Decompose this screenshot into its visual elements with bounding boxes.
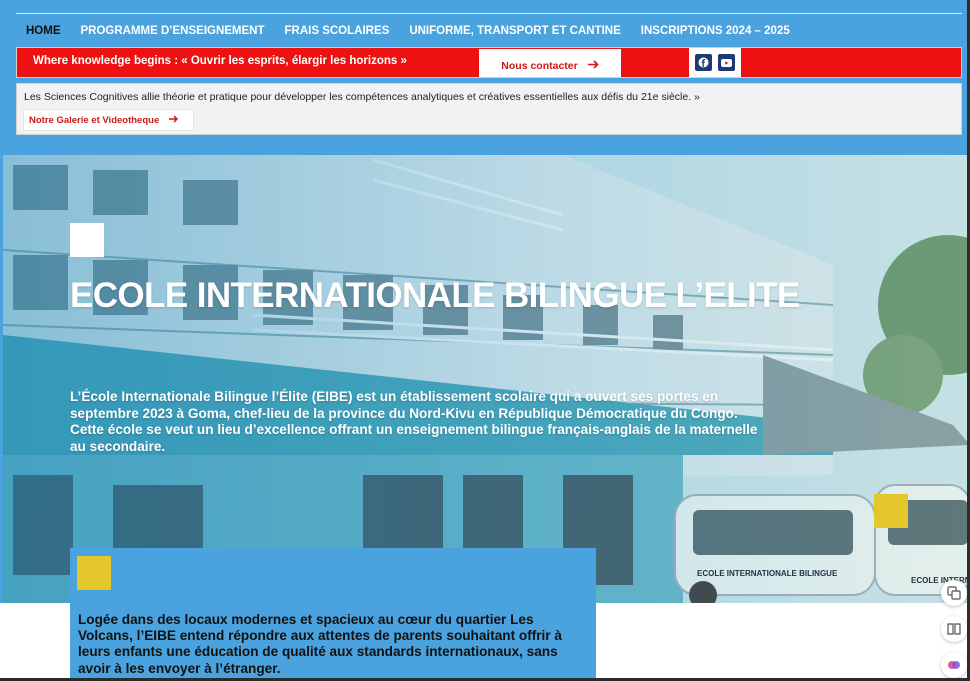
about-text: Logée dans des locaux modernes et spacie… [78, 612, 562, 676]
gallery-button-label: Notre Galerie et Videotheque [29, 114, 160, 126]
hero-description: L’École Internationale Bilingue l’Élite … [70, 389, 758, 454]
main-nav: HOME PROGRAMME D’ENSEIGNEMENT FRAIS SCOL… [16, 13, 962, 47]
info-box: Les Sciences Cognitives allie théorie et… [16, 83, 962, 135]
arrow-right-icon [587, 60, 599, 72]
page-frame: HOME PROGRAMME D’ENSEIGNEMENT FRAIS SCOL… [0, 0, 970, 681]
tagline-text: Where knowledge begins : « Ouvrir les es… [33, 55, 407, 67]
youtube-icon[interactable] [718, 54, 735, 71]
decorative-square [874, 494, 908, 528]
contact-button[interactable]: Nous contacter [479, 49, 621, 77]
bus-label: ECOLE INTERNATIONALE BILINGUE [697, 569, 838, 578]
decorative-square [77, 556, 111, 590]
hero-image: ECOLE INTERNATIONALE BILINGUE ECOLE INTE… [3, 155, 967, 603]
info-text: Les Sciences Cognitives allie théorie et… [24, 91, 700, 103]
arrow-right-icon [169, 114, 179, 126]
gallery-button[interactable]: Notre Galerie et Videotheque [24, 110, 193, 130]
nav-item-home[interactable]: HOME [16, 14, 71, 48]
assistant-icon[interactable] [941, 652, 967, 678]
nav-item-programme[interactable]: PROGRAMME D’ENSEIGNEMENT [71, 14, 275, 48]
tagline-banner: Where knowledge begins : « Ouvrir les es… [16, 47, 962, 78]
decorative-square [70, 223, 104, 257]
page-title: ECOLE INTERNATIONALE BILINGUE L’ELITE [70, 276, 800, 315]
nav-item-frais[interactable]: FRAIS SCOLAIRES [275, 14, 400, 48]
nav-item-inscriptions[interactable]: INSCRIPTIONS 2024 – 2025 [631, 14, 800, 48]
translate-icon[interactable] [941, 580, 967, 606]
hero-overlay [3, 155, 967, 603]
floating-toolbar [941, 580, 967, 678]
nav-item-uniforme[interactable]: UNIFORME, TRANSPORT ET CANTINE [399, 14, 630, 48]
contact-button-label: Nous contacter [501, 60, 578, 72]
social-links [689, 48, 741, 77]
facebook-icon[interactable] [695, 54, 712, 71]
reader-icon[interactable] [941, 616, 967, 642]
